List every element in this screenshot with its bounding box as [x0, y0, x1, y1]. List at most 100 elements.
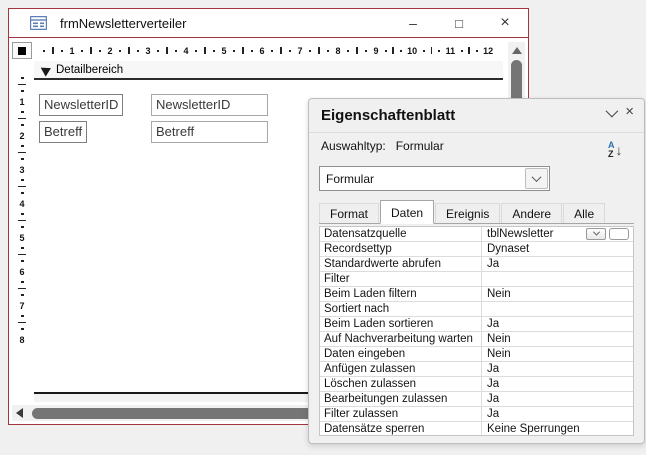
close-button[interactable]: × — [482, 9, 528, 37]
property-value-cell[interactable]: tblNewsletter — [482, 227, 633, 241]
property-name-cell[interactable]: Datensatzquelle — [320, 227, 482, 241]
property-value-text: Nein — [487, 287, 511, 300]
property-value-text: Nein — [487, 332, 511, 345]
section-label: Detailbereich — [56, 63, 124, 76]
property-name-cell[interactable]: Beim Laden sortieren — [320, 317, 482, 331]
object-selector-value: Formular — [326, 171, 375, 186]
window-title: frmNewsletterverteiler — [60, 15, 187, 31]
property-value-cell[interactable]: Ja — [482, 407, 633, 421]
selection-type-label: Auswahltyp: — [321, 139, 386, 153]
value-dropdown-button[interactable] — [586, 227, 606, 240]
property-value-text: Ja — [487, 317, 500, 330]
property-tab[interactable]: Format — [319, 203, 380, 223]
panel-collapse-chevron-icon[interactable] — [605, 104, 619, 117]
property-value-text: Keine Sperrungen — [487, 422, 580, 435]
property-row: Standardwerte abrufen Ja — [320, 257, 633, 272]
desktop-background: frmNewsletterverteiler – □ × 1 2 3 4 5 6 7 8 9 10… — [0, 0, 646, 455]
property-value-text: Nein — [487, 347, 511, 360]
field-row: NewsletterID NewsletterID — [39, 94, 268, 116]
property-row: Recordsettyp Dynaset — [320, 242, 633, 257]
property-row: Löschen zulassen Ja — [320, 377, 633, 392]
vertical-ruler[interactable]: 12345678 — [12, 61, 32, 402]
property-name-cell[interactable]: Bearbeitungen zulassen — [320, 392, 482, 406]
panel-header: Eigenschaftenblatt × — [309, 99, 644, 133]
property-row: Sortiert nach — [320, 302, 633, 317]
property-value-text: tblNewsletter — [487, 227, 554, 240]
property-value-cell[interactable]: Nein — [482, 347, 633, 361]
property-name-cell[interactable]: Standardwerte abrufen — [320, 257, 482, 271]
property-tab[interactable]: Daten — [380, 200, 435, 224]
property-value-text: Ja — [487, 377, 500, 390]
property-name-cell[interactable]: Daten eingeben — [320, 347, 482, 361]
property-value-buttons — [586, 227, 629, 240]
sort-alphabetical-icon[interactable]: A Z ↓ — [608, 137, 634, 163]
property-value-text: Ja — [487, 257, 500, 270]
property-name-cell[interactable]: Datensätze sperren — [320, 422, 482, 435]
property-tab[interactable]: Ereignis — [435, 203, 501, 223]
property-value-text: Ja — [487, 362, 500, 375]
selection-type-value: Formular — [395, 139, 444, 153]
value-builder-button[interactable] — [609, 227, 629, 240]
property-value-cell[interactable]: Ja — [482, 392, 633, 406]
property-row: Datensätze sperren Keine Sperrungen — [320, 422, 633, 435]
property-name-cell[interactable]: Anfügen zulassen — [320, 362, 482, 376]
property-row: Anfügen zulassen Ja — [320, 362, 633, 377]
property-row: Datensatzquelle tblNewsletter — [320, 227, 633, 242]
property-row: Auf Nachverarbeitung warten Nein — [320, 332, 633, 347]
label-control-betreff[interactable]: Betreff — [39, 121, 88, 143]
chevron-down-icon — [592, 228, 600, 236]
textbox-control-betreff[interactable]: Betreff — [151, 121, 268, 143]
property-value-cell[interactable]: Ja — [482, 362, 633, 376]
property-tabs: Format Daten Ereignis Andere Alle — [319, 200, 634, 224]
property-row: Beim Laden sortieren Ja — [320, 317, 633, 332]
property-value-text: Dynaset — [487, 242, 530, 255]
property-row: Daten eingeben Nein — [320, 347, 633, 362]
property-value-cell[interactable]: Ja — [482, 257, 633, 271]
panel-title: Eigenschaftenblatt — [321, 107, 456, 124]
property-name-cell[interactable]: Beim Laden filtern — [320, 287, 482, 301]
property-value-cell[interactable]: Nein — [482, 287, 633, 301]
property-value-text: Ja — [487, 392, 500, 405]
minimize-button[interactable]: – — [390, 9, 436, 37]
property-name-cell[interactable]: Auf Nachverarbeitung warten — [320, 332, 482, 346]
property-value-cell[interactable]: Ja — [482, 377, 633, 391]
property-value-cell[interactable]: Dynaset — [482, 242, 633, 256]
property-value-cell[interactable]: Ja — [482, 317, 633, 331]
combobox-dropdown-button[interactable] — [525, 168, 548, 189]
property-name-cell[interactable]: Löschen zulassen — [320, 377, 482, 391]
property-row: Filter zulassen Ja — [320, 407, 633, 422]
form-selector-button[interactable] — [12, 42, 32, 59]
property-value-cell[interactable]: Keine Sperrungen — [482, 422, 633, 435]
property-name-cell[interactable]: Filter zulassen — [320, 407, 482, 421]
window-controls: – □ × — [390, 9, 528, 37]
property-value-cell[interactable] — [482, 272, 633, 286]
section-arrow-icon — [38, 62, 51, 77]
textbox-control-newsletterid[interactable]: NewsletterID — [151, 94, 268, 116]
chevron-down-icon — [531, 172, 542, 183]
property-tab[interactable]: Andere — [501, 203, 563, 223]
property-name-cell[interactable]: Filter — [320, 272, 482, 286]
property-value-text: Ja — [487, 407, 500, 420]
object-selector-combobox[interactable]: Formular — [319, 166, 550, 191]
detail-section-bar[interactable]: Detailbereich — [34, 61, 503, 80]
form-selector-square-icon — [18, 46, 26, 55]
property-value-cell[interactable] — [482, 302, 633, 316]
scroll-left-arrow-icon[interactable] — [16, 408, 23, 418]
property-table: Datensatzquelle tblNewsletter Recordsett… — [319, 226, 634, 436]
property-tab[interactable]: Alle — [563, 203, 606, 223]
property-row: Bearbeitungen zulassen Ja — [320, 392, 633, 407]
sort-down-arrow: ↓ — [615, 142, 623, 158]
field-row: Betreff Betreff — [39, 121, 268, 143]
scroll-up-arrow-icon[interactable] — [511, 47, 522, 54]
form-icon — [30, 16, 47, 30]
property-sheet-panel: Eigenschaftenblatt × Auswahltyp: Formular… — [308, 98, 645, 444]
property-row: Beim Laden filtern Nein — [320, 287, 633, 302]
horizontal-ruler[interactable]: 1 2 3 4 5 6 7 8 9 10 11 12 — [34, 42, 503, 59]
panel-close-icon[interactable]: × — [625, 104, 634, 119]
property-name-cell[interactable]: Sortiert nach — [320, 302, 482, 316]
selection-type-row: Auswahltyp: Formular — [321, 139, 444, 153]
property-name-cell[interactable]: Recordsettyp — [320, 242, 482, 256]
property-value-cell[interactable]: Nein — [482, 332, 633, 346]
label-control-newsletterid[interactable]: NewsletterID — [39, 94, 124, 116]
maximize-button[interactable]: □ — [436, 9, 482, 37]
